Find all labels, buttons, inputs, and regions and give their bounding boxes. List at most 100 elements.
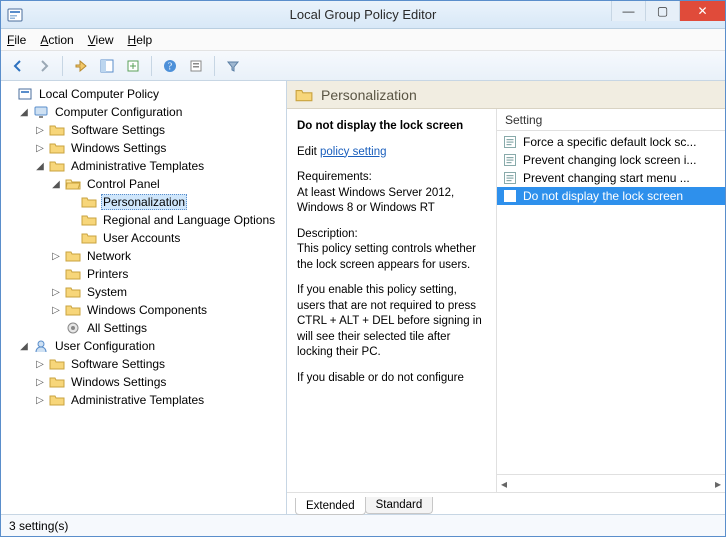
help-button[interactable]: ? [159, 55, 181, 77]
tree-control-panel[interactable]: ◢Control Panel [51, 175, 284, 193]
description-text-1: This policy setting controls whether the… [297, 243, 476, 271]
extended-view: Do not display the lock screen Edit poli… [287, 109, 725, 492]
properties-button[interactable] [185, 55, 207, 77]
status-text: 3 setting(s) [9, 519, 68, 533]
requirements-label: Requirements: [297, 171, 372, 183]
settings-list-column: Setting Force a specific default lock sc… [497, 109, 725, 492]
collapse-icon[interactable]: ◢ [19, 341, 29, 352]
tree-user-accounts[interactable]: User Accounts [67, 229, 284, 247]
folder-icon [49, 392, 65, 408]
policy-item-icon [503, 171, 517, 185]
expand-icon[interactable]: ▷ [35, 125, 45, 136]
tree-uc-software[interactable]: ▷Software Settings [35, 355, 284, 373]
expand-icon[interactable]: ▷ [51, 305, 61, 316]
policy-item-icon [503, 189, 517, 203]
right-pane: Personalization Do not display the lock … [287, 81, 725, 514]
main-split: Local Computer Policy ◢ Computer Configu… [1, 81, 725, 514]
folder-icon [49, 158, 65, 174]
requirements-text: At least Windows Server 2012, Windows 8 … [297, 187, 454, 215]
tree-regional[interactable]: Regional and Language Options [67, 211, 284, 229]
forward-button[interactable] [33, 55, 55, 77]
tree-computer-config[interactable]: ◢ Computer Configuration [19, 103, 284, 121]
tree-network[interactable]: ▷Network [51, 247, 284, 265]
tree-windows-components[interactable]: ▷Windows Components [51, 301, 284, 319]
folder-icon [65, 266, 81, 282]
collapse-icon[interactable]: ◢ [35, 161, 45, 172]
show-hide-tree-button[interactable] [96, 55, 118, 77]
folder-icon [49, 140, 65, 156]
filter-button[interactable] [222, 55, 244, 77]
expand-icon[interactable]: ▷ [35, 143, 45, 154]
folder-icon [49, 356, 65, 372]
folder-icon [81, 230, 97, 246]
status-bar: 3 setting(s) [1, 514, 725, 536]
policy-icon [17, 86, 33, 102]
setting-label: Prevent changing start menu ... [523, 171, 690, 185]
computer-icon [33, 104, 49, 120]
tree-user-config[interactable]: ◢User Configuration [19, 337, 284, 355]
folder-icon [49, 374, 65, 390]
setting-row[interactable]: Do not display the lock screen [497, 187, 725, 205]
settings-list[interactable]: Force a specific default lock sc... Preve… [497, 131, 725, 474]
tab-extended[interactable]: Extended [295, 498, 366, 515]
policy-item-icon [503, 135, 517, 149]
scroll-left-icon[interactable]: ◂ [501, 477, 507, 491]
tree-uc-admin[interactable]: ▷Administrative Templates [35, 391, 284, 409]
detail-column: Do not display the lock screen Edit poli… [287, 109, 497, 492]
up-button[interactable] [70, 55, 92, 77]
selected-setting-title: Do not display the lock screen [297, 119, 486, 135]
view-tabs: Extended Standard [287, 492, 725, 514]
panel-header: Personalization [287, 81, 725, 109]
policy-item-icon [503, 153, 517, 167]
description-text-2: If you enable this policy setting, users… [297, 283, 486, 361]
edit-policy-link[interactable]: policy setting [320, 146, 386, 158]
description-text-3: If you disable or do not configure [297, 371, 486, 387]
tree-admin-templates[interactable]: ◢Administrative Templates [35, 157, 284, 175]
expand-icon[interactable]: ▷ [35, 377, 45, 388]
tree-personalization[interactable]: Personalization [67, 193, 284, 211]
title-bar: Local Group Policy Editor — ▢ ✕ [1, 1, 725, 29]
setting-label: Prevent changing lock screen i... [523, 153, 696, 167]
tab-standard[interactable]: Standard [365, 497, 434, 514]
menu-help[interactable]: Help [128, 33, 153, 47]
horizontal-scrollbar[interactable]: ◂ ▸ [497, 474, 725, 492]
tree-pane[interactable]: Local Computer Policy ◢ Computer Configu… [1, 81, 287, 514]
tree-windows-settings[interactable]: ▷Windows Settings [35, 139, 284, 157]
expand-icon[interactable]: ▷ [35, 395, 45, 406]
settings-icon [65, 320, 81, 336]
setting-row[interactable]: Force a specific default lock sc... [497, 133, 725, 151]
setting-label: Do not display the lock screen [523, 189, 683, 203]
toolbar-sep [62, 56, 63, 76]
tree-system[interactable]: ▷System [51, 283, 284, 301]
panel-title: Personalization [321, 87, 417, 103]
collapse-icon[interactable]: ◢ [51, 179, 61, 190]
tree-software-settings[interactable]: ▷Software Settings [35, 121, 284, 139]
collapse-icon[interactable]: ◢ [19, 107, 29, 118]
close-button[interactable]: ✕ [679, 1, 725, 21]
setting-row[interactable]: Prevent changing start menu ... [497, 169, 725, 187]
tree-all-settings[interactable]: All Settings [51, 319, 284, 337]
expand-icon[interactable]: ▷ [51, 251, 61, 262]
toolbar-sep [151, 56, 152, 76]
tree-root[interactable]: Local Computer Policy [3, 85, 284, 103]
setting-row[interactable]: Prevent changing lock screen i... [497, 151, 725, 169]
expand-icon[interactable]: ▷ [35, 359, 45, 370]
tree-printers[interactable]: Printers [51, 265, 284, 283]
tree-uc-windows[interactable]: ▷Windows Settings [35, 373, 284, 391]
folder-icon [65, 248, 81, 264]
minimize-button[interactable]: — [611, 1, 645, 21]
folder-open-icon [65, 176, 81, 192]
folder-icon [81, 194, 97, 210]
export-button[interactable] [122, 55, 144, 77]
expand-icon[interactable]: ▷ [51, 287, 61, 298]
folder-icon [65, 302, 81, 318]
list-column-header[interactable]: Setting [497, 109, 725, 131]
description-label: Description: [297, 228, 358, 240]
back-button[interactable] [7, 55, 29, 77]
menu-action[interactable]: Action [40, 33, 73, 47]
scroll-right-icon[interactable]: ▸ [715, 477, 721, 491]
menu-view[interactable]: View [88, 33, 114, 47]
maximize-button[interactable]: ▢ [645, 1, 679, 21]
folder-icon [49, 122, 65, 138]
menu-file[interactable]: File [7, 33, 26, 47]
